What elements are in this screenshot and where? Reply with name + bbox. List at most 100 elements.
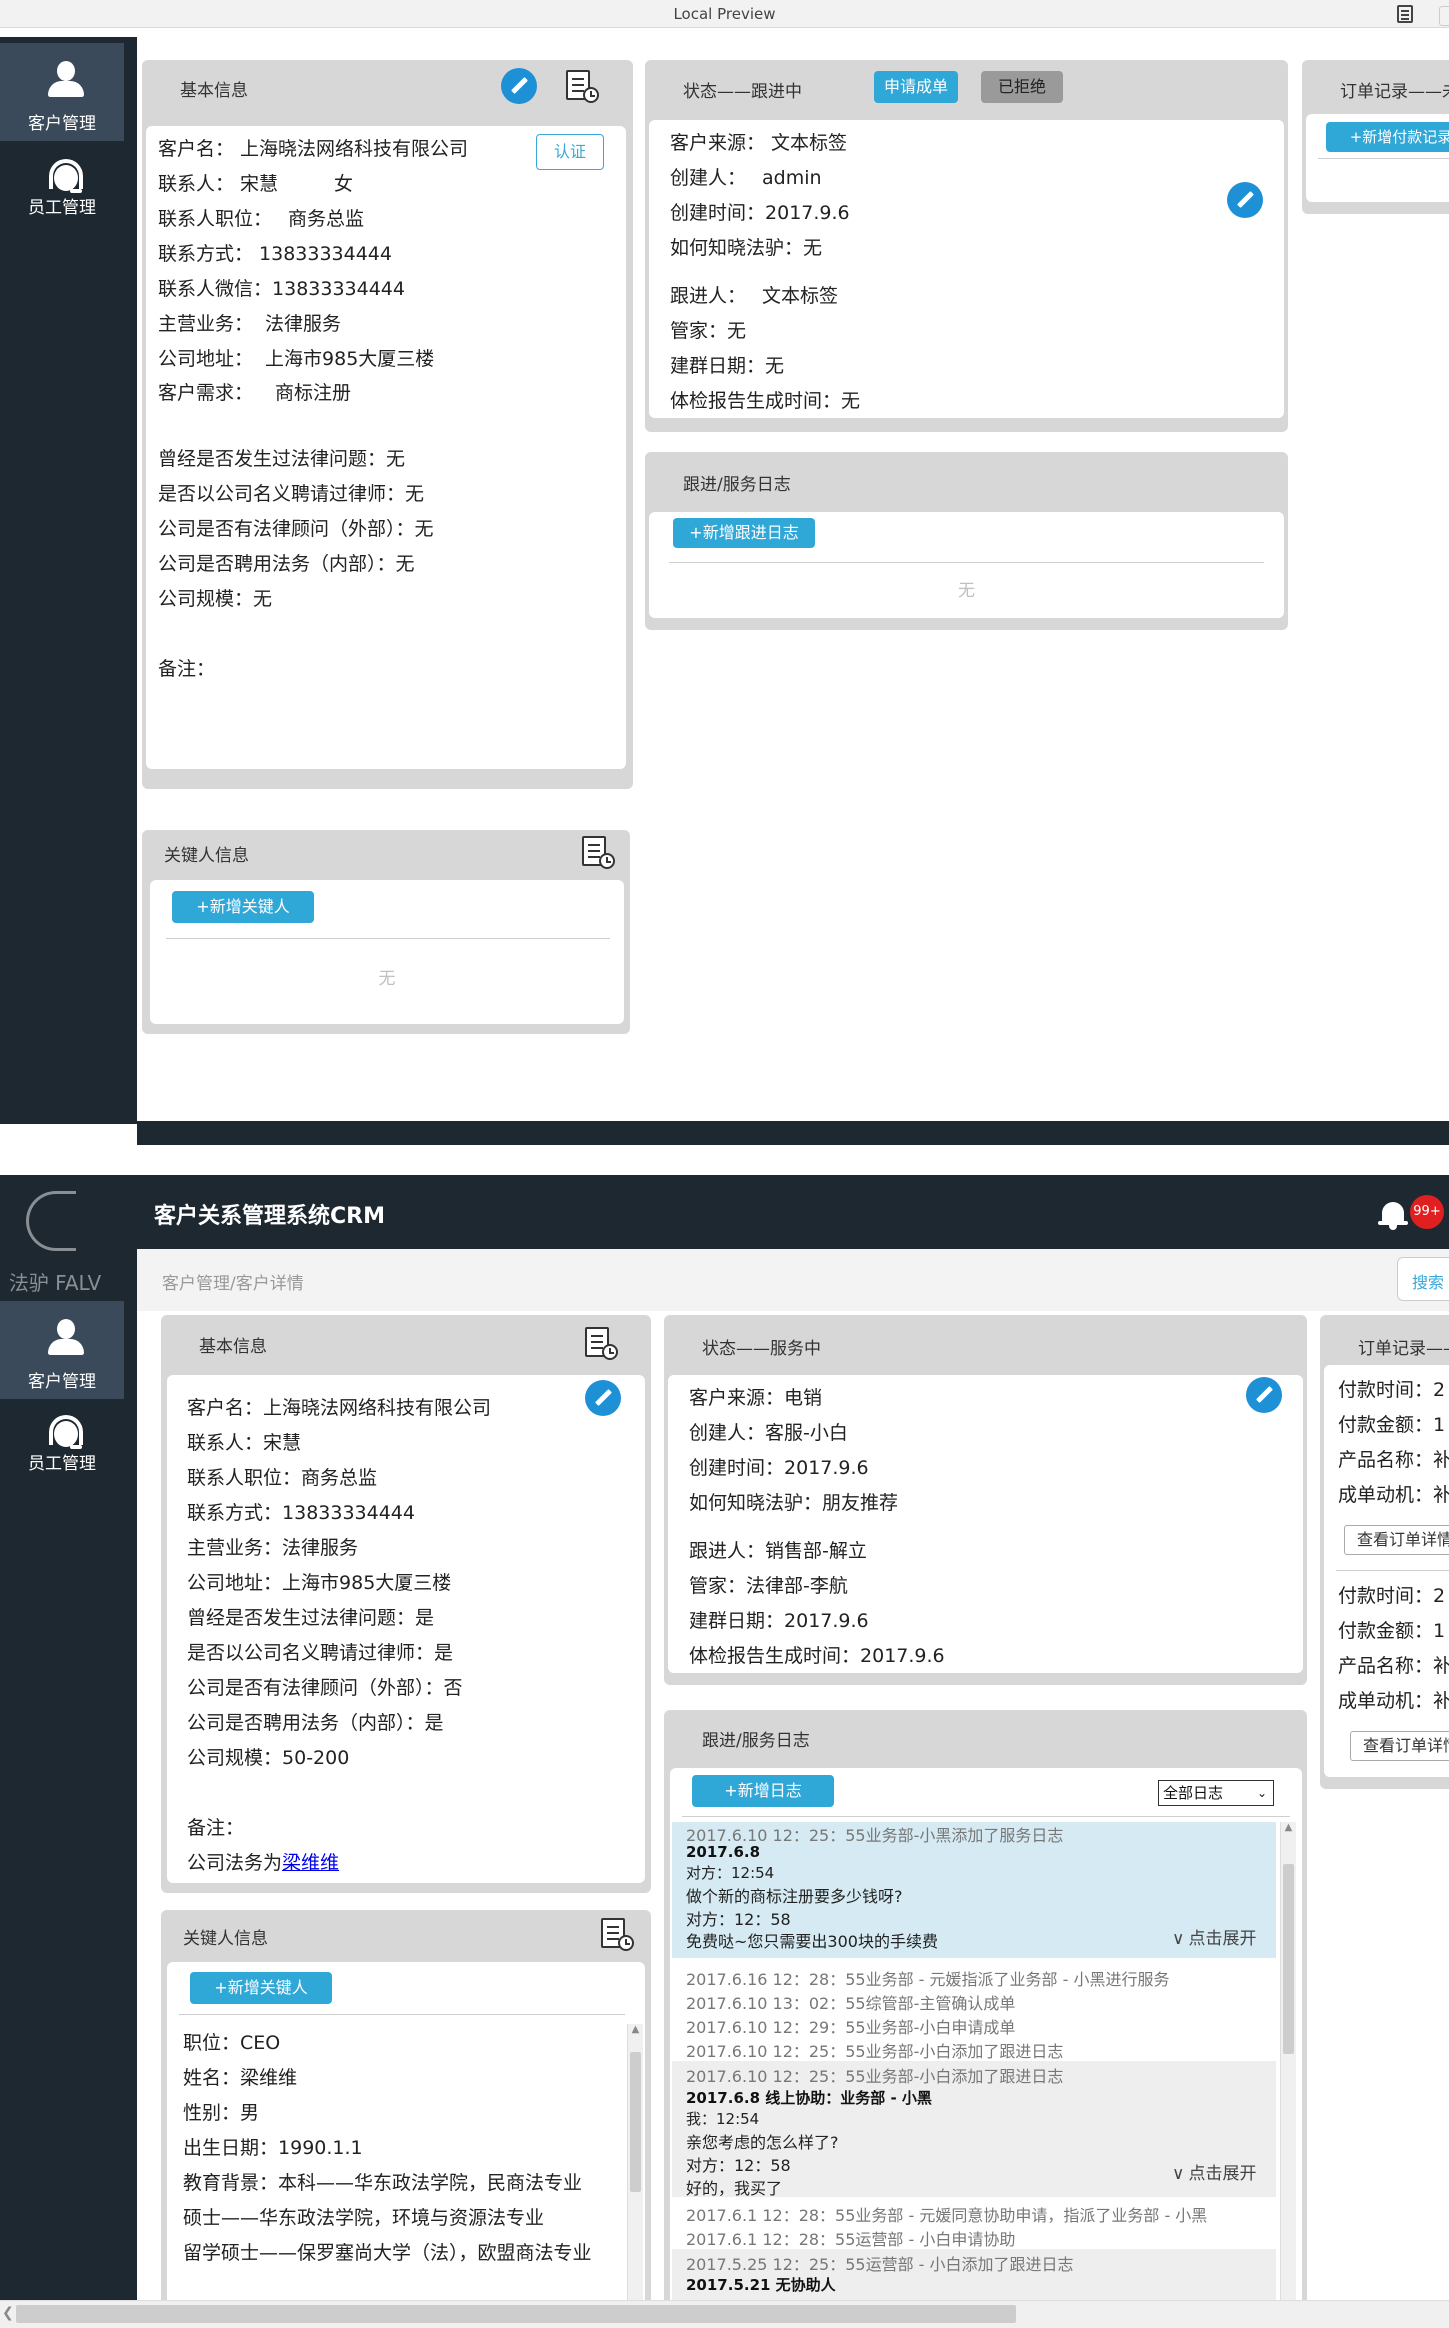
field-follower: 跟进人： 文本标签 (670, 285, 839, 307)
breadcrumb-bar: 客户管理/客户详情 搜索 (137, 1249, 1449, 1311)
field-person-education: 教育背景：本科——华东政法学院，民商法专业 (183, 2172, 583, 2194)
field-contact: 联系人：宋慧 (187, 1432, 302, 1454)
reader-icon[interactable] (1397, 5, 1413, 23)
log-history-icon[interactable] (585, 1327, 619, 1361)
scroll-left-icon[interactable]: ❮ (2, 2305, 14, 2321)
edit-icon[interactable] (1227, 182, 1263, 218)
status-body: 客户来源： 文本标签 创建人： admin 创建时间：2017.9.6 如何知晓法驴… (649, 120, 1284, 418)
key-person-scrollbar[interactable]: ▲ (627, 2024, 643, 2310)
apply-deal-button[interactable]: 申请成单 (874, 71, 958, 103)
scroll-up-icon[interactable]: ▲ (1281, 1822, 1296, 1833)
logo-mark-icon (26, 1191, 76, 1251)
field-hired-lawyer: 是否以公司名义聘请过律师：是 (187, 1642, 454, 1664)
field-group-date: 建群日期：无 (670, 355, 785, 377)
app-header: 客户关系管理系统CRM 99+ (0, 1175, 1449, 1249)
view-order-button[interactable]: 查看订单详情 (1344, 1525, 1449, 1555)
field-customer-name: 客户名：上海晓法网络科技有限公司 (158, 138, 469, 160)
add-follow-log-button[interactable]: +新增跟进日志 (673, 518, 815, 548)
panel-title: 状态——服务中 (702, 1339, 821, 1359)
log-history-icon[interactable] (601, 1918, 635, 1952)
scroll-thumb[interactable] (16, 2305, 1016, 2323)
edit-icon[interactable] (1246, 1377, 1282, 1413)
field-internal-legal: 公司是否聘用法务（内部）：是 (187, 1712, 444, 1734)
field-address: 公司地址：上海市985大厦三楼 (187, 1572, 452, 1594)
log-filter-select[interactable]: 全部日志 ⌄ (1158, 1780, 1274, 1806)
remark-person-link[interactable]: 梁维维 (282, 1852, 339, 1874)
window-titlebar: Local Preview (0, 0, 1449, 28)
add-log-button[interactable]: +新增日志 (692, 1775, 834, 1807)
log-line: 我：12:54 (686, 2110, 760, 2128)
sidebar-item-staff[interactable]: 员工管理 (0, 1397, 124, 1495)
sidebar-item-label: 客户管理 (28, 114, 96, 134)
log-line: 亲您考虑的怎么样了? (686, 2133, 839, 2152)
panel-title: 基本信息 (180, 81, 248, 101)
notification-badge[interactable]: 99+ (1410, 1195, 1444, 1229)
log-line: 2017.6.10 12：25：55业务部-小白添加了跟进日志 (686, 2042, 1064, 2061)
order-motive: 成单动机：补 (1338, 1484, 1449, 1506)
basic-info-body: 客户名：上海晓法网络科技有限公司 联系人：宋慧 联系人职位：商务总监 联系方式：… (167, 1375, 645, 1883)
sidebar-item-customers[interactable]: 客户管理 (0, 43, 124, 141)
breadcrumb[interactable]: 客户管理/客户详情 (162, 1269, 304, 1294)
basic-info-panel: 基本信息 认证 客户名： 上海晓法网络科技有限公司 联系人： 宋慧女 联系人职位：商… (142, 60, 633, 789)
field-created-time: 创建时间：2017.9.6 (670, 202, 850, 224)
search-input[interactable]: 搜索 (1397, 1257, 1449, 1301)
view-order-button[interactable]: 查看订单详情 (1350, 1731, 1449, 1761)
log-filter-value: 全部日志 (1163, 1784, 1224, 1802)
field-group-date: 建群日期：2017.9.6 (689, 1610, 869, 1632)
field-creator: 创建人：客服-小白 (689, 1422, 848, 1444)
panel-title: 跟进/服务日志 (683, 475, 791, 495)
field-customer-name: 客户名：上海晓法网络科技有限公司 (187, 1397, 492, 1419)
field-how-known: 如何知晓法驴：无 (670, 237, 823, 259)
field-how-known: 如何知晓法驴：朋友推荐 (689, 1492, 899, 1514)
edit-icon[interactable] (501, 68, 537, 104)
log-scrollbar[interactable]: ▲ (1280, 1822, 1296, 2310)
field-contact-title: 联系人职位：商务总监 (187, 1467, 378, 1489)
add-key-person-button[interactable]: +新增关键人 (172, 891, 314, 923)
log-history-icon[interactable] (566, 70, 600, 104)
orders-body: +新增付款记录 (1306, 114, 1449, 202)
scroll-thumb[interactable] (1283, 1864, 1294, 2054)
edit-icon[interactable] (585, 1380, 621, 1416)
log-line: 2017.6.1 12：28：55业务部 - 元媛同意协助申请，指派了业务部 -… (686, 2206, 1208, 2225)
follow-log-panel: 跟进/服务日志 +新增日志 全部日志 ⌄ 2017.6.10 12：25：55业… (664, 1710, 1307, 2310)
horizontal-scrollbar[interactable]: ❮ (0, 2300, 1449, 2328)
expand-link[interactable]: 点击展开 (1172, 1924, 1256, 1949)
log-line: 2017.5.21 无协助人 (686, 2276, 836, 2294)
order-motive: 成单动机：补 (1338, 1690, 1449, 1712)
scroll-thumb[interactable] (630, 2052, 641, 2192)
field-demand: 客户需求： 商标注册 (158, 382, 352, 404)
log-line: 2017.6.1 12：28：55运营部 - 小白申请协助 (686, 2230, 1016, 2249)
sidebar-item-staff[interactable]: 员工管理 (0, 141, 124, 239)
verify-button[interactable]: 认证 (536, 134, 604, 170)
sidebar-item-label: 客户管理 (28, 1372, 96, 1392)
field-person-education-3: 留学硕士——保罗塞尚大学（法），欧盟商法专业 (183, 2242, 592, 2264)
divider (1336, 1570, 1449, 1571)
orders-panel: 订单记录——未 +新增付款记录 (1302, 60, 1449, 214)
scroll-up-icon[interactable]: ▲ (628, 2024, 643, 2035)
field-remark-label: 备注： (187, 1817, 245, 1839)
field-legal-issue: 曾经是否发生过法律问题：是 (187, 1607, 435, 1629)
key-person-panel: 关键人信息 +新增关键人 职位：CEO 姓名：梁维维 性别：男 出生日期：199… (161, 1910, 651, 2310)
panel-title: 跟进/服务日志 (702, 1731, 810, 1751)
divider (682, 1816, 1290, 1817)
log-line: 2017.6.8 线上协助：业务部 - 小黑 (686, 2089, 932, 2107)
empty-text: 无 (958, 581, 975, 601)
expand-link[interactable]: 点击展开 (1172, 2159, 1256, 2184)
rejected-button[interactable]: 已拒绝 (981, 71, 1063, 103)
basic-info-body: 认证 客户名： 上海晓法网络科技有限公司 联系人： 宋慧女 联系人职位： 商务总监 联… (146, 126, 626, 769)
log-history-icon[interactable] (582, 836, 616, 870)
sidebar-item-customers[interactable]: 客户管理 (0, 1301, 124, 1399)
field-contact-title: 联系人职位：商务总监 (158, 208, 365, 230)
order-product: 产品名称：补 (1338, 1449, 1449, 1471)
orders-body: 付款时间：2 付款金额：1 产品名称：补 成单动机：补 查看订单详情 付款时间：… (1324, 1365, 1449, 1777)
field-person-gender: 性别：男 (183, 2102, 260, 2124)
order-pay-time: 付款时间：2 (1338, 1585, 1446, 1607)
field-person-name: 姓名：梁维维 (183, 2067, 298, 2089)
status-body: 客户来源：电销 创建人：客服-小白 创建时间：2017.9.6 如何知晓法驴：朋… (668, 1375, 1303, 1673)
add-payment-button[interactable]: +新增付款记录 (1326, 122, 1449, 152)
app-title: 客户关系管理系统CRM (154, 1204, 385, 1229)
bell-icon[interactable] (1378, 1200, 1408, 1230)
content-bottom-bar (137, 1121, 1449, 1145)
add-key-person-button[interactable]: +新增关键人 (190, 1972, 332, 2004)
log-line: 2017.6.10 12：29：55业务部-小白申请成单 (686, 2018, 1016, 2037)
